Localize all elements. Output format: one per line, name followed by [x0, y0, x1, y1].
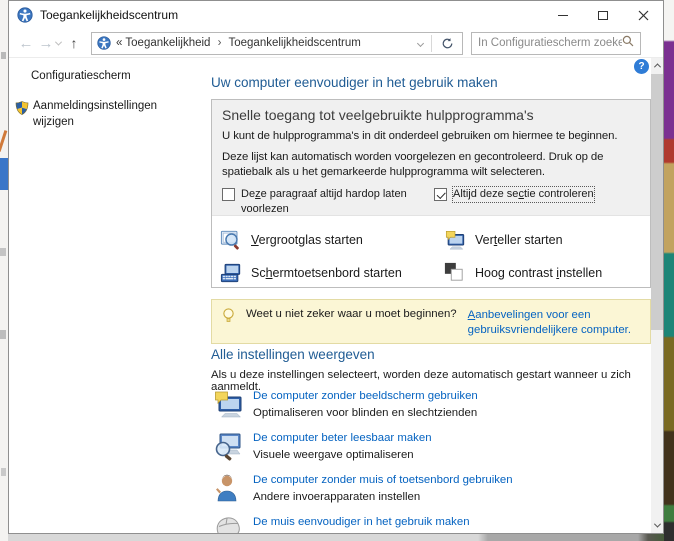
- refresh-button[interactable]: [437, 32, 457, 54]
- recent-pages-dropdown-icon[interactable]: [54, 38, 63, 46]
- scrollbar-thumb[interactable]: [651, 74, 663, 330]
- mouse-icon: [213, 515, 243, 533]
- breadcrumb: « Toegankelijkheid › Toegankelijkheidsce…: [116, 37, 413, 49]
- quick-access-intro: U kunt de hulpprogramma's in dit onderde…: [222, 130, 618, 142]
- breadcrumb-overflow[interactable]: «: [116, 37, 122, 49]
- sidebar-item-admin-settings[interactable]: Aanmeldingsinstellingen wijzigen: [14, 99, 184, 130]
- minimize-icon: [558, 14, 568, 16]
- quick-access-note: Deze lijst kan automatisch worden voorge…: [222, 150, 604, 178]
- refresh-icon: [442, 37, 452, 48]
- background-fragment: [0, 158, 8, 190]
- read-aloud-checkbox-label: Deze paragraaf altijd hardop laten voorl…: [241, 188, 407, 216]
- set-high-contrast-link[interactable]: Hoog contrast instellen: [444, 262, 650, 284]
- high-contrast-icon: [444, 262, 466, 284]
- start-magnifier-link[interactable]: Vergrootglas starten: [220, 229, 444, 251]
- recommendations-link[interactable]: Aanbevelingen voor een gebruiksvriendeli…: [468, 308, 642, 338]
- breadcrumb-current[interactable]: Toegankelijkheidscentrum: [229, 37, 361, 49]
- person-icon: [213, 473, 243, 503]
- monitor-magnifier-icon: [213, 431, 243, 461]
- setting-description: Optimaliseren voor blinden en slechtzien…: [253, 407, 478, 419]
- window-controls: [543, 1, 663, 29]
- close-icon: [638, 10, 648, 20]
- tip-box: Weet u niet zeker waar u moet beginnen? …: [211, 299, 651, 344]
- background-right-sliver: [664, 0, 674, 541]
- start-onscreen-keyboard-link[interactable]: Schermtoetsenbord starten: [220, 262, 444, 284]
- setting-link[interactable]: De computer beter leesbaar maken: [253, 432, 432, 444]
- vertical-scrollbar[interactable]: [651, 58, 663, 533]
- magnifier-icon: [220, 229, 242, 251]
- up-button[interactable]: ↑: [63, 36, 85, 50]
- settings-list: De computer zonder beeldscherm gebruiken…: [213, 389, 651, 533]
- background-fragment: [0, 130, 8, 152]
- background-bottom-sliver: [8, 534, 664, 541]
- scroll-up-button[interactable]: [651, 58, 663, 73]
- sidebar-item-admin-label: Aanmeldingsinstellingen wijzigen: [33, 100, 158, 128]
- always-scan-checkbox[interactable]: Altijd deze sectie controleren: [434, 186, 595, 204]
- background-fragment: [1, 468, 6, 476]
- ease-of-access-icon: [97, 36, 111, 50]
- background-left-sliver: [0, 0, 8, 541]
- background-fragment: [0, 330, 6, 339]
- setting-link[interactable]: De computer zonder beeldscherm gebruiken: [253, 390, 478, 402]
- title-bar: Toegankelijkheidscentrum: [9, 1, 663, 29]
- navigation-toolbar: ← → ↑ « Toegankelijkheid › Toegankelijkh…: [9, 29, 663, 58]
- chevron-up-icon: [653, 63, 661, 71]
- screen: Toegankelijkheidscentrum ← → ↑ « Toegank…: [0, 0, 674, 541]
- window-title: Toegankelijkheidscentrum: [40, 8, 179, 22]
- breadcrumb-separator: ›: [217, 37, 222, 49]
- search-box: [471, 31, 641, 55]
- always-scan-checkbox-label: Altijd deze sectie controleren: [452, 186, 595, 204]
- address-dropdown-icon[interactable]: [416, 39, 425, 47]
- ease-of-access-center-window: Toegankelijkheidscentrum ← → ↑ « Toegank…: [8, 0, 664, 534]
- monitor-speech-icon: [213, 389, 243, 419]
- breadcrumb-parent[interactable]: Toegankelijkheid: [125, 37, 210, 49]
- chevron-down-icon: [653, 520, 661, 528]
- always-scan-checkbox-box[interactable]: [434, 188, 447, 202]
- help-button[interactable]: ?: [634, 59, 649, 74]
- search-icon[interactable]: [622, 34, 634, 52]
- narrator-icon: [444, 229, 466, 251]
- address-bar[interactable]: « Toegankelijkheid › Toegankelijkheidsce…: [91, 31, 463, 55]
- scroll-down-button[interactable]: [651, 518, 663, 533]
- list-item-make-easier-to-see[interactable]: De computer beter leesbaar maken Visuele…: [213, 431, 651, 463]
- quick-tools-grid: Vergrootglas starten Verteller starten S…: [212, 216, 650, 284]
- content-area: Configuratiescherm Aanmeldingsinstelling…: [9, 58, 663, 533]
- list-item-use-without-display[interactable]: De computer zonder beeldscherm gebruiken…: [213, 389, 651, 421]
- tip-question: Weet u niet zeker waar u moet beginnen?: [246, 308, 457, 320]
- quick-access-heading: Snelle toegang tot veelgebruikte hulppro…: [222, 107, 534, 123]
- ease-of-access-icon: [17, 7, 33, 23]
- start-narrator-link[interactable]: Verteller starten: [444, 229, 650, 251]
- maximize-icon: [598, 10, 608, 20]
- search-input[interactable]: [478, 37, 622, 49]
- setting-description: Andere invoerapparaten instellen: [253, 491, 421, 503]
- quick-access-header-section: Snelle toegang tot veelgebruikte hulppro…: [212, 100, 650, 216]
- list-item-use-without-mouse-keyboard[interactable]: De computer zonder muis of toetsenbord g…: [213, 473, 651, 505]
- back-button[interactable]: ←: [16, 36, 36, 51]
- uac-shield-icon: [14, 100, 30, 116]
- forward-button[interactable]: →: [36, 36, 56, 51]
- background-fragment: [1, 52, 6, 59]
- sidebar-item-control-panel[interactable]: Configuratiescherm: [31, 70, 131, 82]
- background-fragment: [0, 248, 6, 256]
- setting-description: Visuele weergave optimaliseren: [253, 449, 414, 461]
- quick-access-box: Snelle toegang tot veelgebruikte hulppro…: [211, 99, 651, 288]
- read-aloud-checkbox[interactable]: Deze paragraaf altijd hardop laten voorl…: [222, 187, 430, 217]
- address-divider: [431, 34, 432, 52]
- setting-link[interactable]: De muis eenvoudiger in het gebruik maken: [253, 516, 566, 528]
- maximize-button[interactable]: [583, 1, 623, 29]
- list-item-make-mouse-easier[interactable]: De muis eenvoudiger in het gebruik maken…: [213, 515, 651, 533]
- minimize-button[interactable]: [543, 1, 583, 29]
- setting-link[interactable]: De computer zonder muis of toetsenbord g…: [253, 474, 513, 486]
- read-aloud-checkbox-box[interactable]: [222, 188, 235, 202]
- main-panel: Uw computer eenvoudiger in het gebruik m…: [211, 58, 653, 533]
- lightbulb-icon: [222, 307, 235, 331]
- page-title: Uw computer eenvoudiger in het gebruik m…: [211, 75, 498, 90]
- close-button[interactable]: [623, 1, 663, 29]
- all-settings-heading: Alle instellingen weergeven: [211, 347, 375, 362]
- checkbox-row: Deze paragraaf altijd hardop laten voorl…: [222, 186, 640, 217]
- sidebar: Configuratiescherm Aanmeldingsinstelling…: [9, 58, 205, 533]
- onscreen-keyboard-icon: [220, 262, 242, 284]
